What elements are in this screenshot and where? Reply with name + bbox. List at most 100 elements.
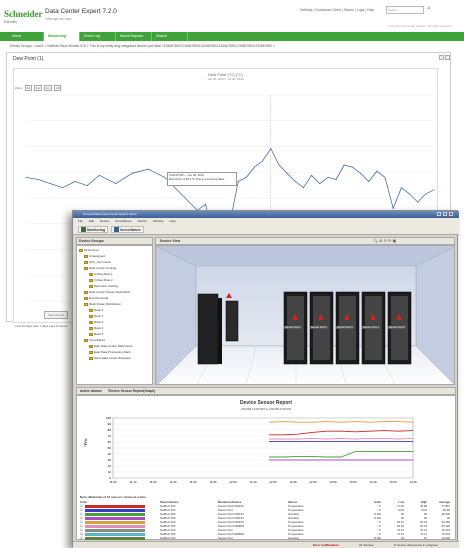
device-groups-tree[interactable]: All Devices Unassigned APC_Symmetra Data Ce…	[76, 245, 153, 385]
search-input[interactable]: Search	[386, 6, 424, 14]
x-tick-label: 12:40	[310, 480, 317, 484]
data-point	[115, 183, 117, 185]
y-tick-label: 70	[108, 434, 112, 438]
rack-label[interactable]: Sensor Pod 1	[284, 326, 302, 329]
main-nav: Home Monitoring Event Log Saved Reports …	[0, 32, 464, 41]
tab-home[interactable]: Home	[8, 32, 44, 41]
menu-window[interactable]: Window	[153, 218, 164, 225]
data-point	[131, 172, 133, 174]
data-point	[286, 172, 288, 174]
data-point	[49, 183, 51, 185]
y-tick-label: 90	[108, 422, 112, 426]
y-tick-label: 50	[108, 446, 112, 450]
data-point	[433, 189, 435, 191]
menu-help[interactable]: Help	[170, 218, 176, 225]
time-range-links[interactable]: Last 30 days Last 7 days Last 24 hours	[15, 324, 67, 328]
rack-label[interactable]: Sensor Pod 5	[388, 326, 406, 329]
folder-icon	[89, 314, 93, 318]
tree-node[interactable]: West Data Center Entrance	[77, 355, 152, 361]
menu-file[interactable]: File	[78, 218, 83, 225]
report-ylabel: °F/%	[82, 438, 88, 447]
cell-high: 10	[423, 536, 427, 540]
close-icon[interactable]	[449, 212, 453, 216]
data-point	[311, 174, 313, 176]
sensor-report: Device Sensor Report 3/31/09 12:00 PM to…	[76, 395, 456, 540]
folder-icon	[89, 308, 93, 312]
data-point	[245, 176, 247, 178]
tab-monitoring[interactable]: Monitoring	[44, 32, 80, 41]
client-window-title: StruxureWare Data Center Expert Client	[83, 212, 137, 216]
rack-label[interactable]: Sensor Pod 3	[336, 326, 354, 329]
folder-icon	[89, 332, 93, 336]
data-point	[74, 181, 76, 183]
menu-device[interactable]: Device	[100, 218, 109, 225]
x-tick-label: 12:20	[270, 480, 277, 484]
menu-surveillance[interactable]: Surveillance	[115, 218, 131, 225]
table-row[interactable]: ☑ NetBotz 420 Sensor Pod Humidity % RH 10 10 10…	[80, 536, 454, 540]
data-point	[270, 148, 272, 150]
row-checkbox[interactable]: ☑	[80, 536, 83, 540]
surveillance-button[interactable]: Surveillance	[111, 226, 144, 233]
header-links[interactable]: Settings | Download Client | Status | Lo…	[300, 8, 374, 12]
tab-active-alarms[interactable]: Active Alarms	[80, 389, 102, 393]
monitoring-icon	[81, 227, 86, 232]
y-tick-label: 80	[108, 428, 112, 432]
menu-alarms[interactable]: Alarms	[138, 218, 147, 225]
data-point	[327, 176, 329, 178]
chart-tooltip: 2:00:00 PM — Jun 30, 2013 Dew Point: ● 9…	[167, 172, 237, 186]
tab-event-log[interactable]: Event Log	[80, 32, 116, 41]
search-icon[interactable]: ⌕	[427, 5, 431, 13]
y-tick-label: 60	[108, 440, 112, 444]
view-report-button[interactable]: View Report	[44, 311, 69, 319]
maximize-icon[interactable]	[443, 212, 447, 216]
device-count: 34 devices	[359, 543, 374, 547]
x-tick-label: 11:00	[110, 480, 117, 484]
data-point	[262, 160, 264, 162]
client-toolbar: Monitoring Surveillance	[73, 225, 459, 235]
camera-icon	[114, 227, 120, 232]
data-point	[319, 183, 321, 185]
device-view-3d[interactable]: Sensor Pod 1 Sensor Pod 2 Sensor Pod 3 S…	[155, 245, 455, 385]
discovery-status: 17 device discoveries in progress	[393, 543, 438, 547]
y-tick-label: 10	[108, 470, 112, 474]
data-point	[425, 193, 427, 195]
data-point	[294, 181, 296, 183]
color-cell: ☑	[80, 536, 160, 540]
tab-search[interactable]: Search	[152, 32, 188, 41]
x-tick-label: 11:30	[170, 480, 177, 484]
folder-icon	[89, 278, 93, 282]
report-plot[interactable]: 100908070605040302010011:00 11:10 11:20 11:…	[99, 414, 439, 486]
rack-label[interactable]: Sensor Pod 4	[362, 326, 380, 329]
x-tick-label: 11:20	[150, 480, 157, 484]
panel-menu-icon[interactable]	[439, 55, 444, 60]
minimize-icon[interactable]	[437, 212, 441, 216]
folder-icon	[84, 338, 88, 342]
folder-icon	[84, 290, 88, 294]
report-note: Note: Maximum of 10 sensors shown at a t…	[80, 495, 147, 499]
client-titlebar: StruxureWare Data Center Expert Client	[73, 211, 459, 218]
folder-icon	[84, 302, 88, 306]
server-name: infra.apc-isx.com	[45, 17, 72, 21]
data-point	[392, 207, 394, 209]
menu-edit[interactable]: Edit	[89, 218, 94, 225]
x-tick-label: 12:10	[250, 480, 257, 484]
view-tools[interactable]: 🔍 ⊕ ⊖ ⟳ ▣	[373, 238, 396, 243]
error-status[interactable]: Error notifications	[313, 543, 339, 547]
tab-saved-reports[interactable]: Saved Reports	[116, 32, 152, 41]
panel-close-icon[interactable]	[445, 55, 450, 60]
rack-label[interactable]: Sensor Pod 2	[310, 326, 328, 329]
folder-icon	[89, 284, 93, 288]
tab-sensor-report[interactable]: *Device Sensor Report(Graph)	[108, 389, 155, 393]
monitoring-button[interactable]: Monitoring	[78, 226, 109, 233]
zoom-label: Zoom	[15, 86, 23, 90]
breadcrumb[interactable]: Device Groups > Intel1 > NetBotz Rack Mo…	[10, 44, 275, 48]
client-menubar: File Edit Device Surveillance Alarms Win…	[73, 218, 459, 225]
y-tick-label: 40	[108, 452, 112, 456]
data-point	[62, 187, 64, 189]
data-point	[253, 166, 255, 168]
copyright: Copyright Schneider Electric. All rights…	[388, 24, 453, 28]
device-view-header: Device View	[155, 237, 455, 245]
x-tick-label: 13:20	[390, 480, 397, 484]
y-tick-label: 100	[106, 416, 111, 420]
folder-icon	[89, 356, 93, 360]
